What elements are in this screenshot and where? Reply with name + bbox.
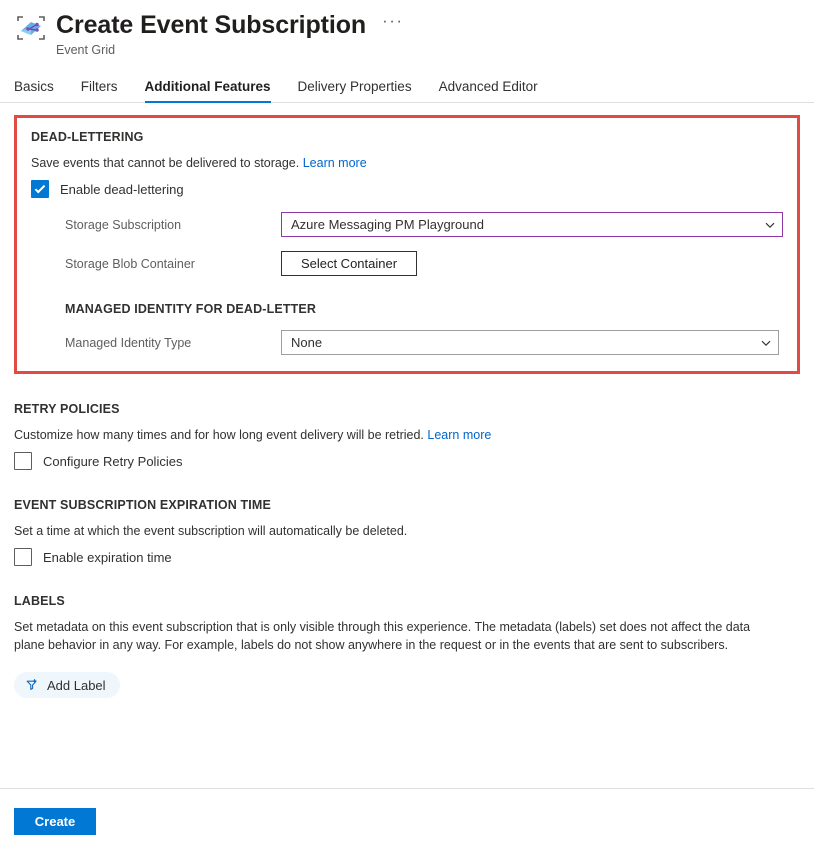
add-filter-icon [25,677,39,694]
managed-identity-type-row: Managed Identity Type None [31,330,783,355]
footer-separator [0,788,814,789]
managed-identity-type-label: Managed Identity Type [65,335,192,350]
page-subtitle: Event Grid [56,43,116,57]
retry-policies-description: Customize how many times and for how lon… [14,426,800,444]
dead-lettering-section: DEAD-LETTERING Save events that cannot b… [14,115,800,374]
enable-expiration-time-row[interactable]: Enable expiration time [14,548,800,566]
configure-retry-policies-row[interactable]: Configure Retry Policies [14,452,800,470]
create-button[interactable]: Create [14,808,96,835]
select-container-button[interactable]: Select Container [281,251,417,276]
tab-basics[interactable]: Basics [14,79,54,102]
retry-policies-heading: RETRY POLICIES [14,402,120,416]
blade-content: DEAD-LETTERING Save events that cannot b… [0,115,814,698]
expiration-time-description: Set a time at which the event subscripti… [14,524,408,538]
enable-expiration-time-label[interactable]: Enable expiration time [43,550,172,565]
labels-description: Set metadata on this event subscription … [14,620,751,652]
more-options-button[interactable]: ··· [382,12,403,36]
configure-retry-policies-checkbox[interactable] [14,452,32,470]
retry-policies-learn-more-link[interactable]: Learn more [427,428,491,442]
dead-lettering-description-text: Save events that cannot be delivered to … [31,156,300,170]
retry-policies-description-text: Customize how many times and for how lon… [14,428,424,442]
storage-subscription-label: Storage Subscription [65,217,182,232]
managed-identity-type-dropdown[interactable]: None [281,330,779,355]
chevron-down-icon [760,337,772,349]
expiration-time-heading: EVENT SUBSCRIPTION EXPIRATION TIME [14,498,271,512]
enable-dead-lettering-label[interactable]: Enable dead-lettering [60,182,184,197]
dead-lettering-learn-more-link[interactable]: Learn more [303,156,367,170]
blade-header: Create Event Subscription ··· Event Grid [0,0,814,58]
configure-retry-policies-label[interactable]: Configure Retry Policies [43,454,182,469]
dead-lettering-heading: DEAD-LETTERING [31,130,144,144]
create-event-subscription-blade: Create Event Subscription ··· Event Grid… [0,0,814,846]
tab-filters[interactable]: Filters [81,79,118,102]
enable-dead-lettering-row[interactable]: Enable dead-lettering [31,180,783,198]
storage-subscription-dropdown[interactable]: Azure Messaging PM Playground [281,212,783,237]
add-label-text: Add Label [47,677,106,693]
storage-blob-container-row: Storage Blob Container Select Container [31,251,783,276]
chevron-down-icon [764,219,776,231]
expiration-time-section: EVENT SUBSCRIPTION EXPIRATION TIME Set a… [14,498,800,566]
event-grid-resource-icon [14,13,48,47]
tab-delivery-properties[interactable]: Delivery Properties [298,79,412,102]
storage-blob-container-label: Storage Blob Container [65,256,195,271]
managed-identity-heading: MANAGED IDENTITY FOR DEAD-LETTER [65,302,317,316]
tab-additional-features[interactable]: Additional Features [144,79,271,103]
tab-advanced-editor[interactable]: Advanced Editor [439,79,538,102]
retry-policies-section: RETRY POLICIES Customize how many times … [14,402,800,470]
dead-lettering-description: Save events that cannot be delivered to … [31,154,783,172]
labels-section: LABELS Set metadata on this event subscr… [14,594,800,698]
storage-subscription-row: Storage Subscription Azure Messaging PM … [31,212,783,237]
tab-bar: Basics Filters Additional Features Deliv… [0,71,814,103]
page-title: Create Event Subscription [56,11,367,39]
add-label-button[interactable]: Add Label [14,672,120,698]
managed-identity-type-value: None [291,335,323,350]
labels-heading: LABELS [14,594,65,608]
enable-expiration-time-checkbox[interactable] [14,548,32,566]
storage-subscription-value: Azure Messaging PM Playground [291,217,484,232]
enable-dead-lettering-checkbox[interactable] [31,180,49,198]
